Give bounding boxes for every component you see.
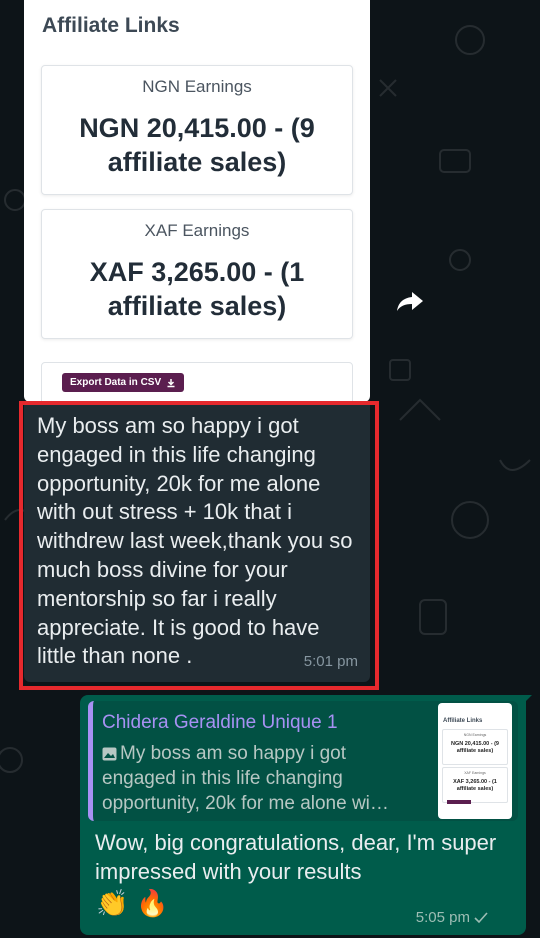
xaf-earnings-card: XAF Earnings XAF 3,265.00 - (1 affiliate… xyxy=(41,209,353,339)
outgoing-message-status: 5:05 pm xyxy=(416,909,488,926)
affiliate-links-title: Affiliate Links xyxy=(42,14,180,37)
forward-button[interactable] xyxy=(389,281,431,323)
export-csv-label: Export Data in CSV xyxy=(70,377,162,388)
thumb-ngn-card: NGN Earnings NGN 20,415.00 - (9 affiliat… xyxy=(442,729,508,765)
quoted-sender-name: Chidera Geraldine Unique 1 xyxy=(102,712,338,733)
thumb-xaf-card: XAF Earnings XAF 3,265.00 - (1 affiliate… xyxy=(442,767,508,803)
quoted-text: My boss am so happy i got engaged in thi… xyxy=(102,743,389,814)
export-csv-button: Export Data in CSV xyxy=(62,373,185,392)
xaf-earnings-label: XAF Earnings xyxy=(144,221,250,240)
quoted-image-thumbnail[interactable]: Affiliate Links NGN Earnings NGN 20,415.… xyxy=(438,703,512,819)
ngn-earnings-amount: NGN 20,415.00 - (9 affiliate sales) xyxy=(79,113,315,177)
outgoing-message-time: 5:05 pm xyxy=(415,909,470,926)
check-icon xyxy=(474,911,488,923)
thumb-export-button xyxy=(447,800,471,804)
incoming-message-text: My boss am so happy i got engaged in thi… xyxy=(37,413,353,669)
download-icon xyxy=(167,378,175,387)
incoming-message-time: 5:01 pm xyxy=(303,653,358,670)
ngn-earnings-label: NGN Earnings xyxy=(142,77,252,96)
thumb-ngn-amount: NGN 20,415.00 - (9 affiliate sales) xyxy=(451,741,499,754)
emoji-row: 👏 🔥 xyxy=(96,888,169,919)
clapping-emoji: 👏 xyxy=(96,888,129,918)
photo-icon xyxy=(102,747,117,761)
ngn-earnings-card: NGN Earnings NGN 20,415.00 - (9 affiliat… xyxy=(41,65,353,195)
thumb-xaf-label: XAF Earnings xyxy=(464,771,486,775)
fire-emoji: 🔥 xyxy=(136,888,169,918)
thumb-ngn-label: NGN Earnings xyxy=(463,733,487,737)
thumb-title: Affiliate Links xyxy=(443,718,483,724)
quoted-text-block: My boss am so happy i got engaged in thi… xyxy=(102,741,422,816)
xaf-earnings-amount: XAF 3,265.00 - (1 affiliate sales) xyxy=(89,257,305,321)
outgoing-message-text: Wow, big congratulations, dear, I'm supe… xyxy=(95,830,497,884)
incoming-message-bubble[interactable]: My boss am so happy i got engaged in thi… xyxy=(24,402,370,682)
shared-screenshot-image[interactable]: Affiliate Links NGN Earnings NGN 20,415.… xyxy=(24,0,370,402)
forward-icon xyxy=(397,292,423,311)
thumb-xaf-amount: XAF 3,265.00 - (1 affiliate sales) xyxy=(453,779,497,792)
